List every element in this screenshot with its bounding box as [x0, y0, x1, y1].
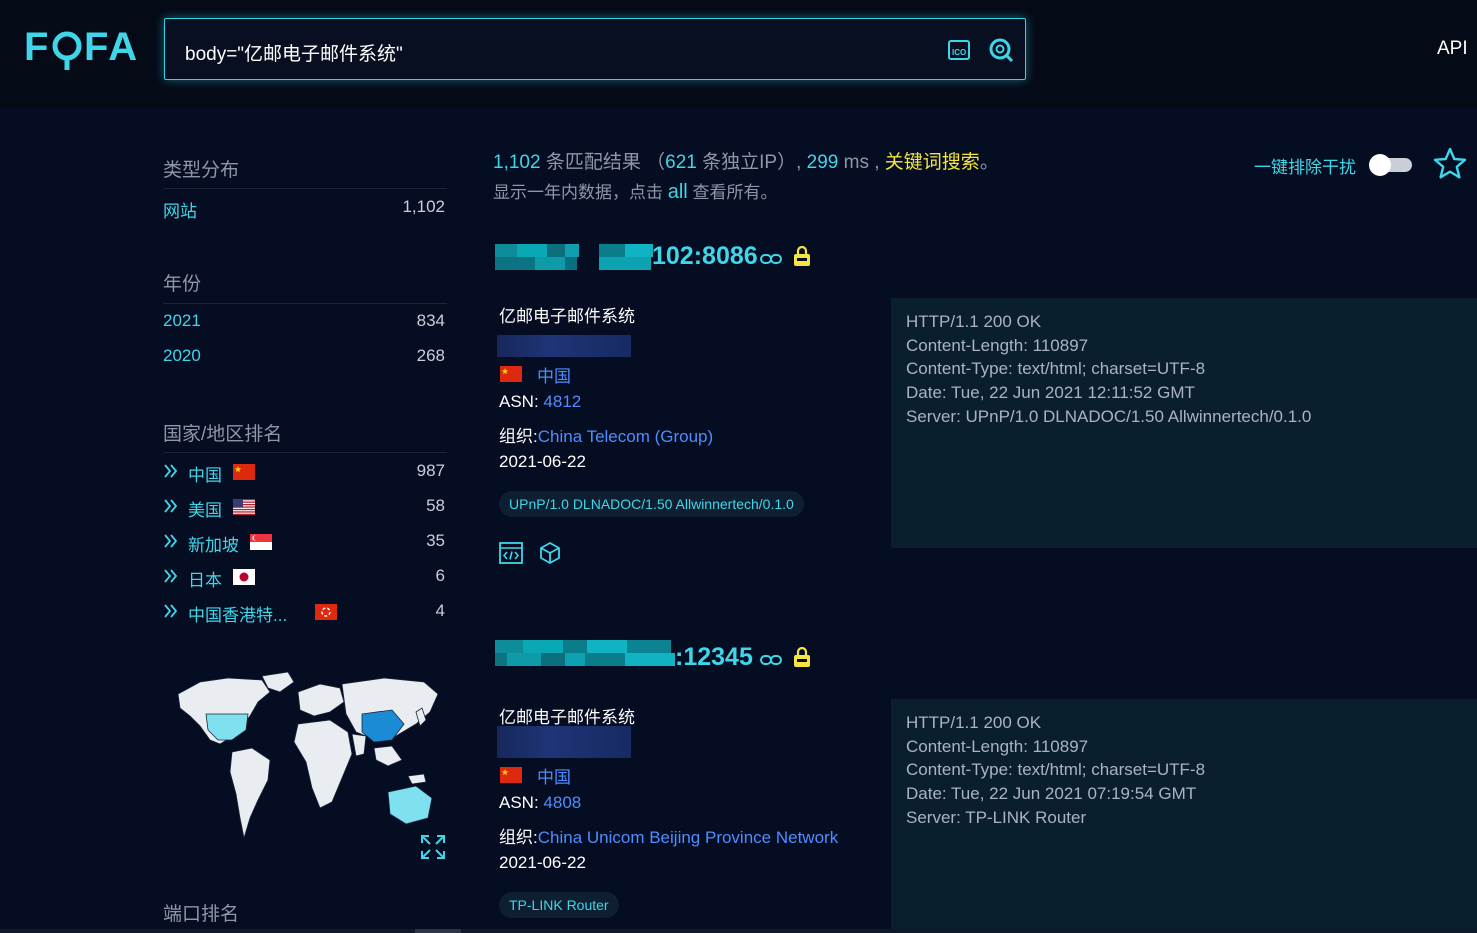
- result-asn: ASN: 4812: [499, 392, 582, 411]
- country-count: 35: [426, 531, 445, 550]
- top-header: F FA body="亿邮电子邮件系统" ICO API: [0, 0, 1477, 108]
- cn-flag-icon: [500, 767, 522, 783]
- double-chevron-icon: [164, 569, 178, 583]
- result-title: 亿邮电子邮件系统: [499, 307, 635, 326]
- asn-link[interactable]: 4812: [543, 392, 581, 411]
- data-range-note: 显示一年内数据，点击 all 查看所有。: [493, 181, 778, 203]
- search-box[interactable]: body="亿邮电子邮件系统" ICO: [164, 18, 1026, 80]
- lock-icon: [794, 245, 810, 266]
- search-mode: 关键词搜索: [884, 152, 980, 173]
- result-org: 组织:China Unicom Beijing Province Network: [499, 828, 839, 847]
- country-label[interactable]: 中国香港特...: [188, 601, 287, 626]
- double-chevron-icon: [164, 499, 178, 513]
- us-flag-icon: [233, 499, 255, 515]
- hk-flag-icon: [315, 604, 337, 620]
- cn-flag-icon: [233, 464, 255, 480]
- fofa-logo[interactable]: F FA: [24, 22, 148, 74]
- double-chevron-icon: [164, 604, 178, 618]
- result-title: 亿邮电子邮件系统: [499, 708, 635, 727]
- svg-text:FA: FA: [84, 25, 139, 69]
- link-icon[interactable]: [760, 653, 782, 667]
- country-row-china[interactable]: 中国 987: [163, 461, 447, 485]
- masked-host: [495, 244, 655, 270]
- result-org: 组织:China Telecom (Group): [499, 427, 714, 446]
- unique-ip-count: 621: [665, 152, 697, 173]
- country-count: 6: [435, 566, 445, 585]
- scrollbar-thumb[interactable]: [415, 929, 461, 933]
- country-row-japan[interactable]: 日本 6: [163, 566, 447, 590]
- link-icon[interactable]: [760, 252, 782, 266]
- year-label[interactable]: 2021: [163, 311, 201, 331]
- star-icon[interactable]: [1432, 146, 1468, 182]
- double-chevron-icon: [164, 534, 178, 548]
- country-count: 987: [416, 461, 445, 480]
- search-input[interactable]: body="亿邮电子邮件系统": [185, 39, 403, 66]
- divider: [163, 303, 447, 304]
- host-address[interactable]: 102:8086: [652, 242, 758, 271]
- divider: [163, 188, 447, 189]
- horizontal-scrollbar[interactable]: [0, 929, 1477, 933]
- type-label[interactable]: 网站: [163, 197, 197, 222]
- code-view-icon[interactable]: [499, 541, 523, 565]
- country-count: 4: [435, 601, 445, 620]
- result-country[interactable]: 中国: [537, 763, 571, 788]
- masked-subtitle: [497, 726, 631, 758]
- country-ranking-title: 国家/地区排名: [163, 424, 283, 445]
- country-label[interactable]: 美国: [188, 496, 222, 521]
- jp-flag-icon: [233, 569, 255, 585]
- country-label[interactable]: 中国: [188, 461, 222, 486]
- total-count: 1,102: [493, 152, 541, 173]
- org-link[interactable]: China Unicom Beijing Province Network: [538, 828, 838, 847]
- type-distribution-title: 类型分布: [163, 160, 240, 181]
- lock-icon: [794, 646, 810, 667]
- year-title: 年份: [163, 274, 202, 295]
- fullscreen-expand-icon[interactable]: [420, 834, 446, 860]
- masked-subtitle: [497, 335, 631, 357]
- country-row-usa[interactable]: 美国 58: [163, 496, 447, 520]
- http-banner: HTTP/1.1 200 OK Content-Length: 110897 C…: [891, 298, 1477, 548]
- type-count: 1,102: [402, 197, 445, 216]
- masked-host: [495, 640, 677, 666]
- country-label[interactable]: 日本: [188, 566, 222, 591]
- host-address[interactable]: :12345: [675, 643, 753, 672]
- org-link[interactable]: China Telecom (Group): [538, 427, 713, 446]
- year-row-2021[interactable]: 2021 834: [163, 311, 447, 335]
- country-row-hongkong[interactable]: 中国香港特... 4: [163, 601, 447, 625]
- server-tag[interactable]: TP-LINK Router: [499, 892, 619, 918]
- country-label[interactable]: 新加坡: [188, 531, 239, 556]
- year-label[interactable]: 2020: [163, 346, 201, 366]
- server-tag[interactable]: UPnP/1.0 DLNADOC/1.50 Allwinnertech/0.1.…: [499, 491, 804, 517]
- result-date: 2021-06-22: [499, 452, 586, 471]
- double-chevron-icon: [164, 464, 178, 478]
- image-search-icon[interactable]: [987, 36, 1015, 64]
- type-row-website[interactable]: 网站 1,102: [163, 197, 447, 221]
- result-country[interactable]: 中国: [537, 362, 571, 387]
- svg-text:ICO: ICO: [952, 48, 966, 57]
- toggle-knob: [1369, 154, 1391, 176]
- exclude-noise-label: 一键排除干扰: [1254, 158, 1356, 177]
- year-count: 268: [416, 346, 445, 365]
- query-time: 299: [806, 152, 839, 173]
- divider: [163, 452, 447, 453]
- result-summary: 1,102 条匹配结果 （621 条独立IP）, 299 ms , 关键词搜索。: [493, 152, 999, 173]
- http-banner: HTTP/1.1 200 OK Content-Length: 110897 C…: [891, 699, 1477, 929]
- country-count: 58: [426, 496, 445, 515]
- asn-link[interactable]: 4808: [543, 793, 581, 812]
- result-asn: ASN: 4808: [499, 793, 582, 812]
- show-all-link[interactable]: all: [668, 181, 688, 203]
- year-count: 834: [416, 311, 445, 330]
- svg-text:F: F: [24, 25, 50, 69]
- cube-icon[interactable]: [538, 541, 562, 565]
- port-ranking-title: 端口排名: [163, 904, 240, 925]
- exclude-noise-toggle[interactable]: [1369, 154, 1412, 176]
- year-row-2020[interactable]: 2020 268: [163, 346, 447, 370]
- api-link[interactable]: API: [1437, 38, 1468, 60]
- result-date: 2021-06-22: [499, 853, 586, 872]
- sg-flag-icon: [250, 534, 272, 550]
- world-map[interactable]: [170, 668, 445, 858]
- ico-search-icon[interactable]: ICO: [945, 36, 973, 64]
- cn-flag-icon: [500, 366, 522, 382]
- country-row-singapore[interactable]: 新加坡 35: [163, 531, 447, 555]
